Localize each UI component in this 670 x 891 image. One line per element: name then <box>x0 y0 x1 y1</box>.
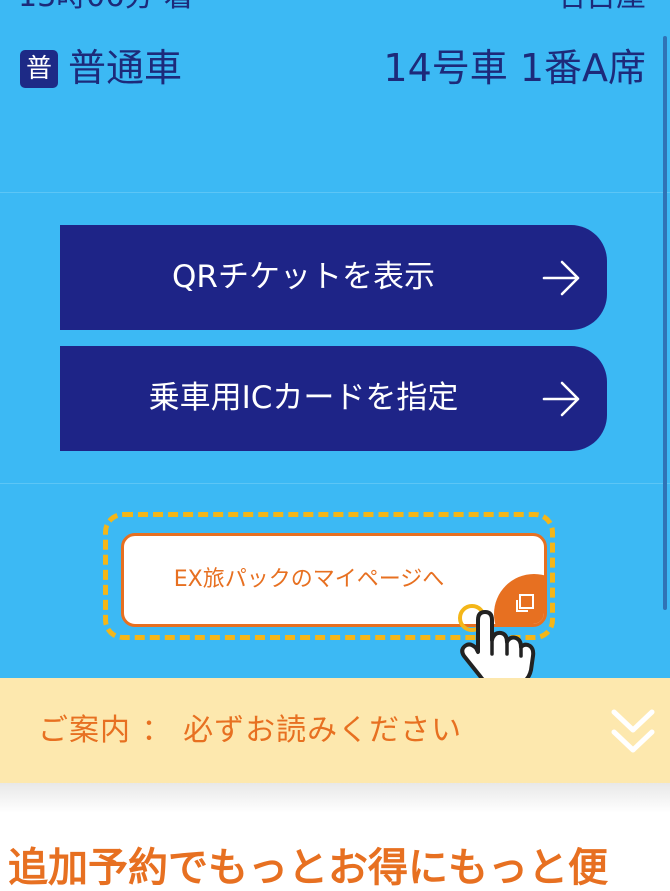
ic-card-label: 乗車用ICカードを指定 <box>148 380 459 416</box>
car-class-badge: 普 <box>20 50 58 88</box>
divider <box>0 483 670 484</box>
section-shadow <box>0 783 670 813</box>
arrow-right-icon <box>542 260 580 296</box>
qr-ticket-label: QRチケットを表示 <box>172 259 435 295</box>
divider <box>0 192 670 193</box>
arrow-right-icon <box>542 381 580 417</box>
scrollbar[interactable] <box>663 36 667 610</box>
arrival-time-cut: 13時06分 着 <box>18 0 194 12</box>
ex-mypage-label: EX旅パックのマイページへ <box>173 567 445 592</box>
qr-ticket-button[interactable]: QRチケットを表示 <box>60 225 607 330</box>
promo-heading-cut: 追加予約でもっとお得にもっと便 <box>8 845 608 891</box>
notice-label: ご案内 ： 必ずお読みください <box>38 713 463 748</box>
double-chevron-down-icon <box>611 709 655 753</box>
car-info-row: 普 普通車 14号車 1番A席 <box>0 38 670 96</box>
seat-info: 14号車 1番A席 <box>383 46 646 90</box>
ic-card-button[interactable]: 乗車用ICカードを指定 <box>60 346 607 451</box>
ticket-panel: 13時06分 着 名古屋 普 普通車 14号車 1番A席 QRチケットを表示 乗… <box>0 0 670 688</box>
hand-pointer-icon <box>458 604 536 688</box>
notice-accordion[interactable]: ご案内 ： 必ずお読みください <box>0 678 670 783</box>
arrival-station-cut: 名古屋 <box>556 0 646 12</box>
car-class-label: 普通車 <box>68 46 183 90</box>
